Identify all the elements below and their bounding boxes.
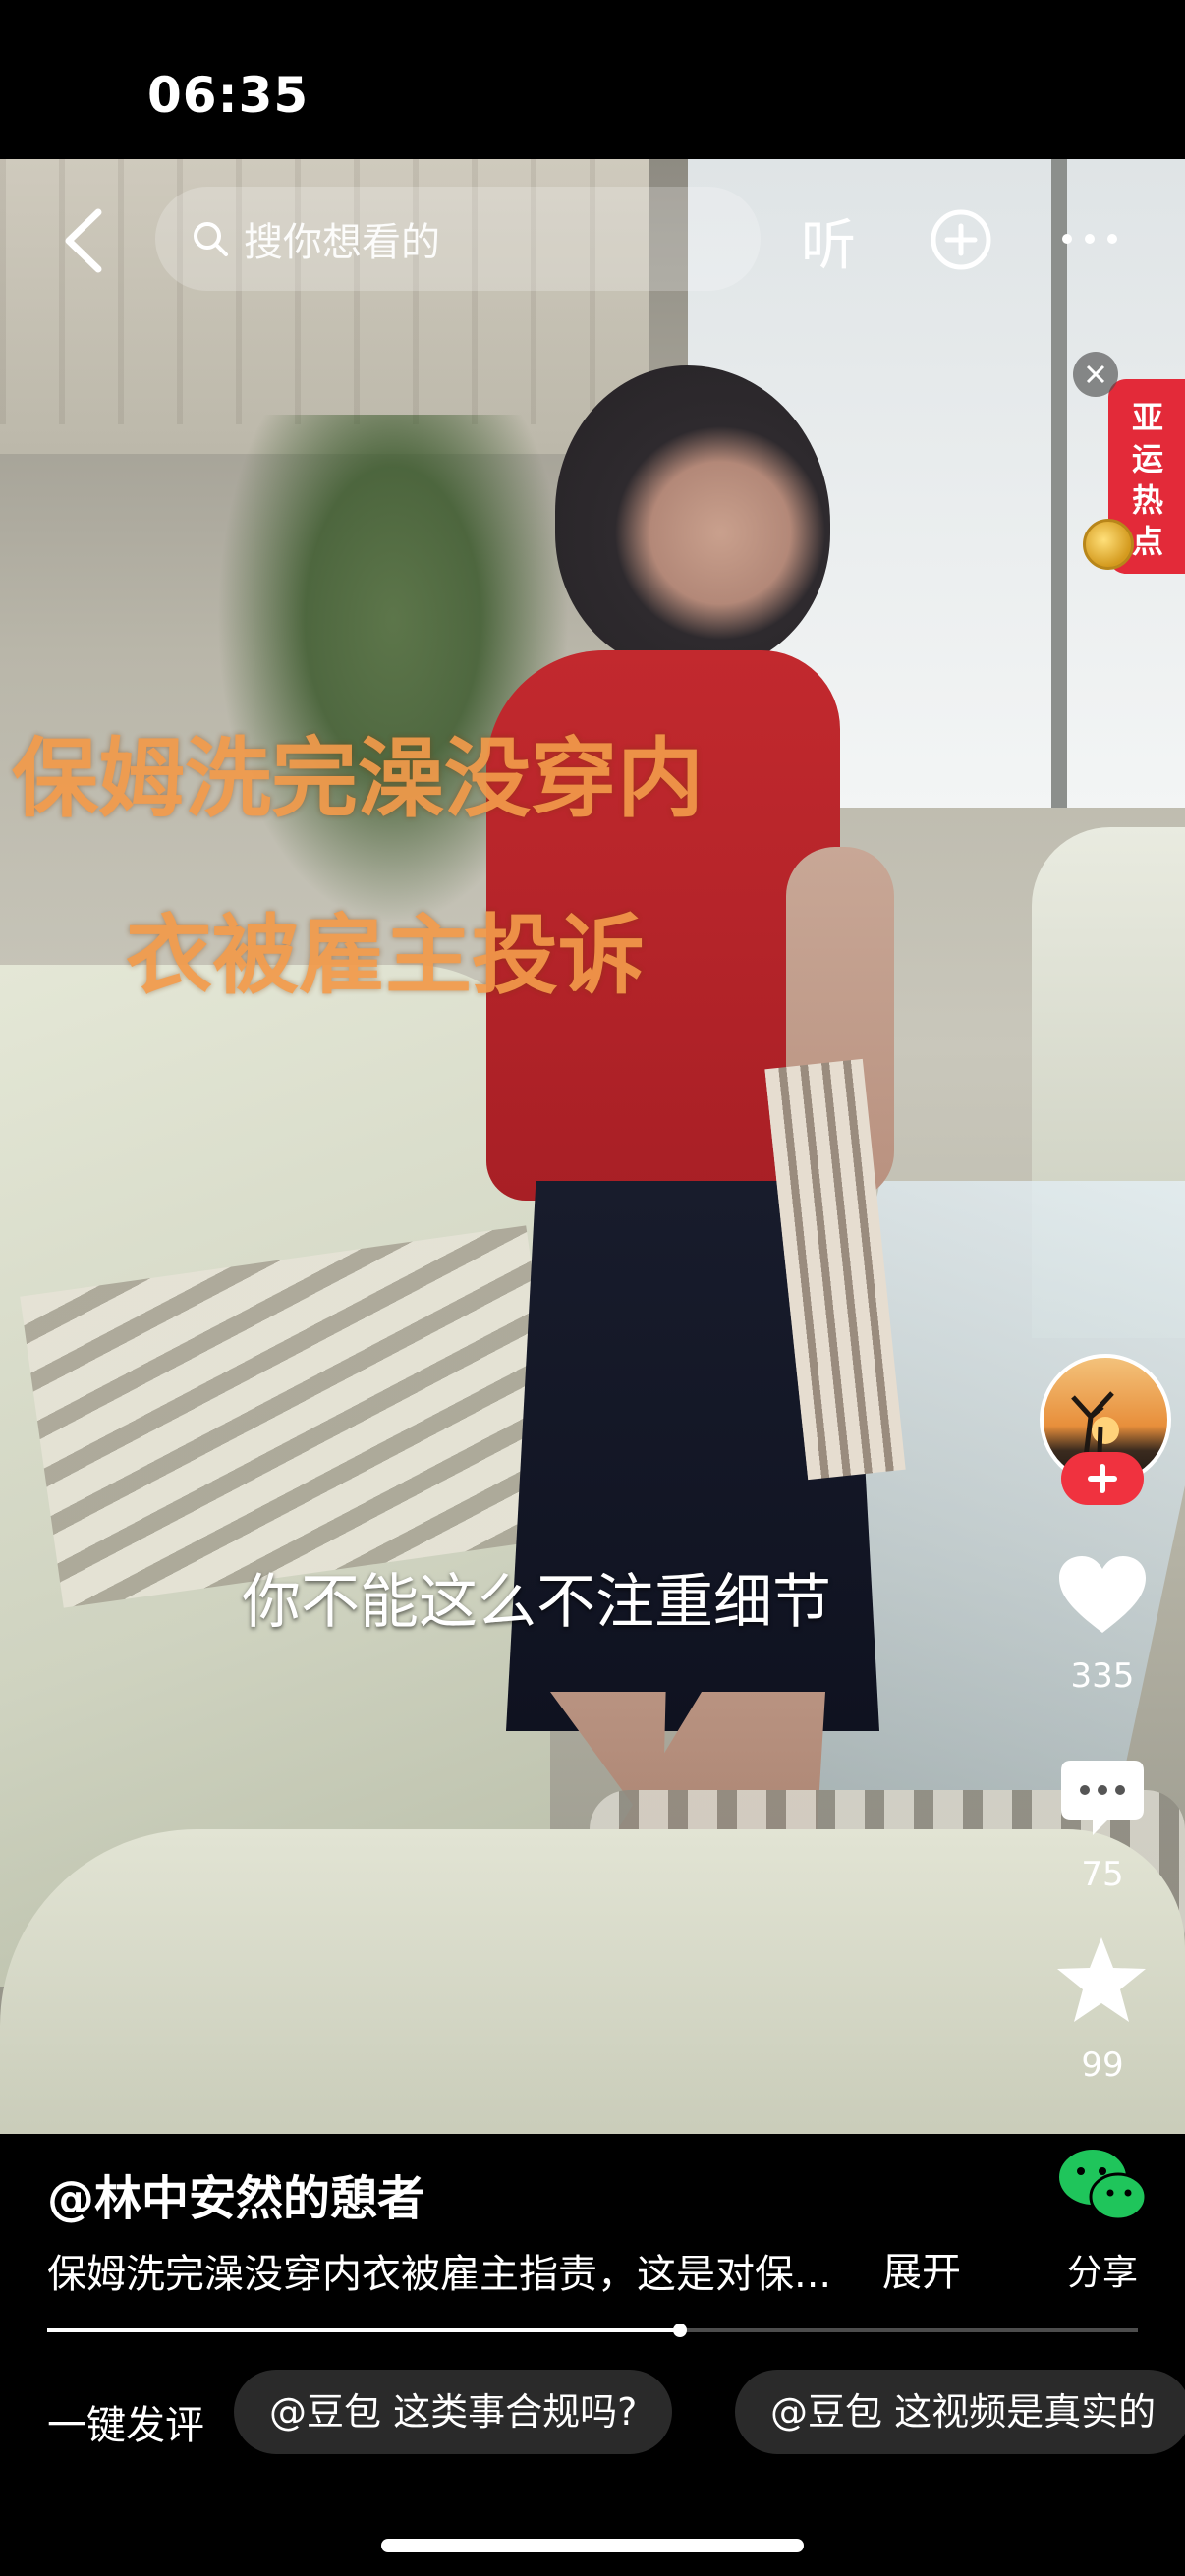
status-time: 06:35: [147, 67, 310, 124]
more-dots-icon: [1062, 234, 1117, 244]
close-icon: [1086, 364, 1105, 384]
comment-count: 75: [1081, 1855, 1124, 1894]
video-player[interactable]: 保姆洗完澡没穿内 衣被雇主投诉 你不能这么不注重细节: [0, 159, 1185, 2134]
home-indicator[interactable]: [381, 2539, 804, 2552]
video-progress-fill: [47, 2328, 680, 2332]
video-progress-bar[interactable]: [47, 2324, 1138, 2337]
expand-button[interactable]: 展开: [882, 2240, 961, 2297]
quick-comment-chip[interactable]: @豆包 这视频是真实的: [735, 2370, 1185, 2454]
video-overlay-title-line2: 衣被雇主投诉: [126, 905, 646, 1006]
search-bar[interactable]: 搜你想看的: [155, 187, 761, 291]
like-count: 335: [1070, 1656, 1135, 1696]
follow-button[interactable]: [1061, 1452, 1144, 1505]
comment-button[interactable]: [1059, 1759, 1146, 1837]
video-overlay-title-line1: 保姆洗完澡没穿内: [12, 728, 705, 829]
share-label: 分享: [1067, 2253, 1139, 2293]
share-button[interactable]: [1057, 2148, 1148, 2224]
back-button[interactable]: [57, 206, 112, 275]
hot-topic-label: 亚运热点: [1131, 399, 1163, 560]
chevron-left-icon: [65, 208, 102, 273]
heart-icon: [1059, 1556, 1146, 1633]
search-placeholder: 搜你想看的: [244, 220, 440, 265]
comment-icon: [1061, 1761, 1144, 1835]
like-button[interactable]: [1057, 1554, 1148, 1637]
star-icon: [1057, 1937, 1146, 2022]
listen-button[interactable]: 听: [801, 201, 856, 281]
quick-comment-label: 一键发评: [47, 2403, 204, 2448]
video-progress-knob[interactable]: [672, 2324, 687, 2337]
favorite-button[interactable]: [1055, 1935, 1148, 2024]
status-bar: 06:35: [0, 0, 1185, 159]
video-subtitle: 你不能这么不注重细节: [242, 1568, 831, 1637]
plus-circle-icon: [931, 209, 991, 270]
wechat-icon: [1059, 2150, 1148, 2221]
medal-icon: [1083, 519, 1134, 570]
search-icon: [194, 222, 228, 256]
quick-comment-chip[interactable]: @豆包 这类事合规吗?: [234, 2370, 673, 2454]
favorite-count: 99: [1081, 2045, 1124, 2085]
hot-topic-close-button[interactable]: [1073, 352, 1118, 397]
plus-icon: [1088, 1464, 1117, 1493]
more-button[interactable]: [1059, 224, 1120, 253]
add-button[interactable]: [930, 208, 992, 271]
author-name[interactable]: @林中安然的憩者: [47, 2159, 424, 2228]
video-description[interactable]: 保姆洗完澡没穿内衣被雇主指责，这是对保...: [47, 2242, 831, 2299]
